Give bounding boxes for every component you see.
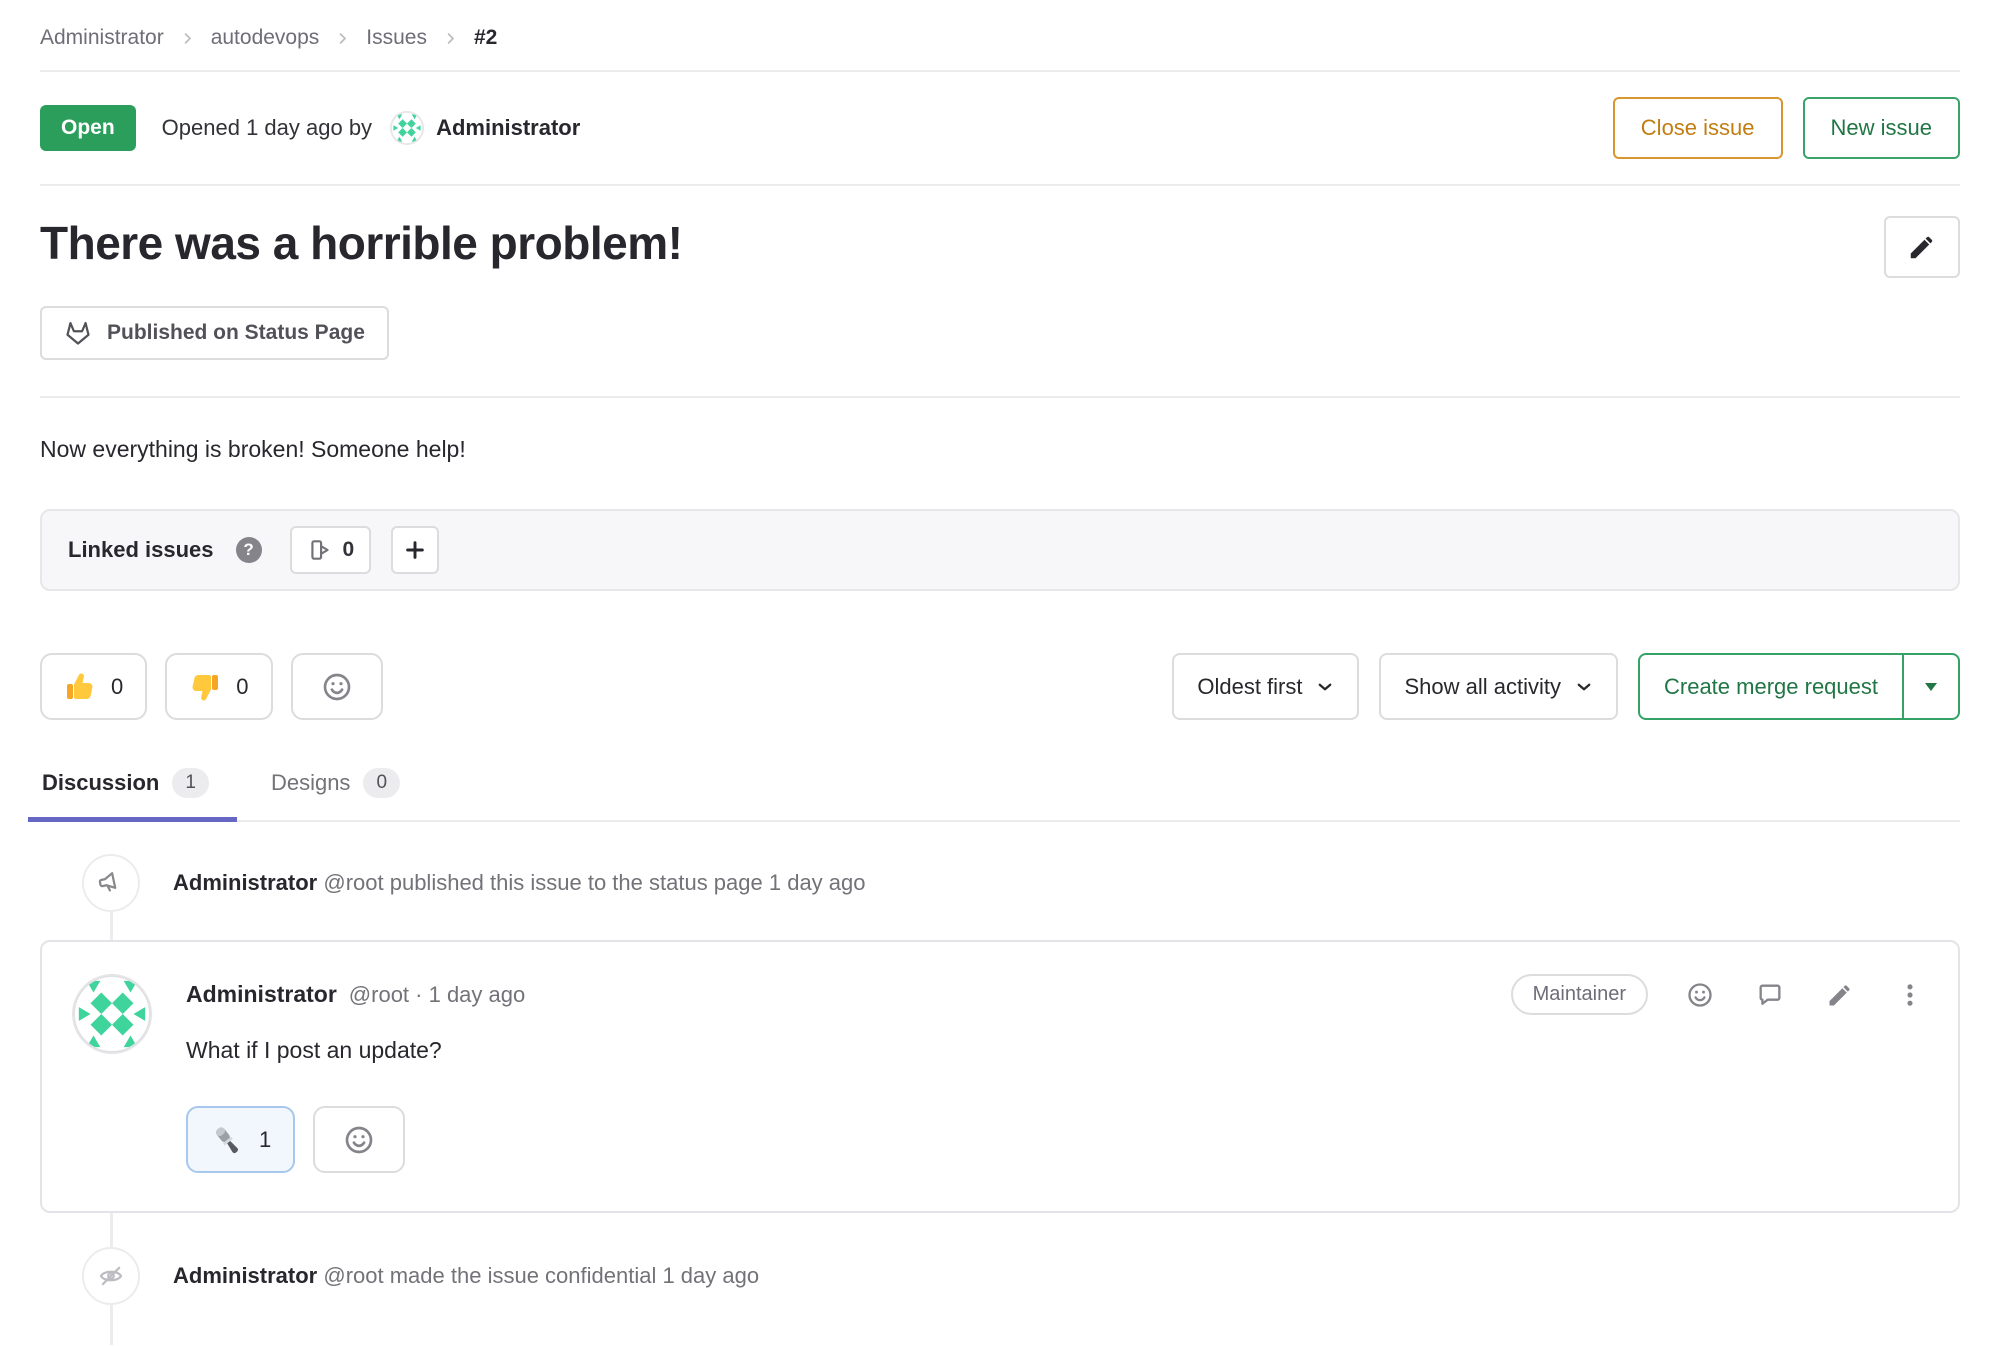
chevron-right-icon xyxy=(180,31,195,46)
close-issue-button[interactable]: Close issue xyxy=(1613,97,1783,159)
sort-dropdown-label: Oldest first xyxy=(1197,674,1302,700)
new-issue-button[interactable]: New issue xyxy=(1803,97,1960,159)
thumbs-up-icon xyxy=(64,671,96,703)
discussion-timeline: Administrator @root published this issue… xyxy=(40,854,1960,1305)
comment-author[interactable]: Administrator xyxy=(186,981,337,1008)
linked-issues-count: 0 xyxy=(343,538,355,562)
issue-status-bar: Open Opened 1 day ago by Administrator xyxy=(40,72,1960,184)
issue-description: Now everything is broken! Someone help! xyxy=(40,436,1960,463)
breadcrumb-project[interactable]: autodevops xyxy=(211,26,320,50)
system-note-body: @root published this issue to the status… xyxy=(323,870,865,895)
system-note-author[interactable]: Administrator xyxy=(173,870,317,895)
comment-header: Administrator @root · 1 day ago Maintain… xyxy=(186,974,1928,1015)
divider xyxy=(40,396,1960,398)
avatar[interactable] xyxy=(390,111,424,145)
chevron-down-icon xyxy=(1575,678,1593,696)
system-note-author[interactable]: Administrator xyxy=(173,1263,317,1288)
breadcrumb-group[interactable]: Administrator xyxy=(40,26,164,50)
thumbs-down-button[interactable]: 0 xyxy=(165,653,272,720)
comment-awards: 1 xyxy=(186,1106,1928,1173)
comment-bubble-icon xyxy=(1756,981,1784,1009)
system-note-text: Administrator @root published this issue… xyxy=(173,870,866,896)
megaphone-icon xyxy=(82,854,140,912)
discussion-controls: Oldest first Show all activity Create me… xyxy=(1172,653,1960,720)
tanuki-icon xyxy=(64,319,92,347)
title-row: There was a horrible problem! xyxy=(40,216,1960,278)
issue-page: Administrator autodevops Issues #2 Open … xyxy=(0,0,2000,1347)
system-note-body: @root made the issue confidential 1 day … xyxy=(323,1263,759,1288)
issue-type-icon xyxy=(307,537,333,563)
chevron-down-icon xyxy=(1316,678,1334,696)
microphone-icon xyxy=(210,1123,244,1157)
chevron-right-icon xyxy=(335,31,350,46)
activity-filter-dropdown[interactable]: Show all activity xyxy=(1379,653,1618,720)
thumbs-up-button[interactable]: 0 xyxy=(40,653,147,720)
create-merge-request-split-button: Create merge request xyxy=(1638,653,1960,720)
create-merge-request-button[interactable]: Create merge request xyxy=(1640,655,1902,718)
award-group: 0 0 xyxy=(40,653,383,720)
breadcrumb-issue-number: #2 xyxy=(474,26,497,50)
breadcrumb: Administrator autodevops Issues #2 xyxy=(40,0,1960,50)
tab-discussion[interactable]: Discussion 1 xyxy=(40,768,211,820)
opened-prefix: Opened 1 day ago by xyxy=(162,115,372,141)
comment-more-actions-button[interactable] xyxy=(1892,977,1928,1013)
smiley-icon xyxy=(1686,981,1714,1009)
kebab-menu-icon xyxy=(1896,981,1924,1009)
help-icon[interactable]: ? xyxy=(236,537,262,563)
eye-slash-icon xyxy=(82,1247,140,1305)
discussion-tabs: Discussion 1 Designs 0 xyxy=(40,768,1960,822)
mic-reaction-count: 1 xyxy=(259,1127,271,1153)
create-merge-request-caret[interactable] xyxy=(1902,655,1958,718)
pencil-icon xyxy=(1907,232,1937,262)
divider xyxy=(40,184,1960,186)
issue-author-name[interactable]: Administrator xyxy=(436,115,580,141)
thumbs-up-count: 0 xyxy=(111,674,123,700)
controls-row: 0 0 Oldest first Show a xyxy=(40,653,1960,720)
system-note-confidential: Administrator @root made the issue confi… xyxy=(40,1247,1960,1305)
sort-dropdown[interactable]: Oldest first xyxy=(1172,653,1359,720)
comment-meta: @root · 1 day ago xyxy=(349,982,525,1008)
system-note-text: Administrator @root made the issue confi… xyxy=(173,1263,759,1289)
linked-issues-count-pill[interactable]: 0 xyxy=(290,526,372,574)
comment-add-reaction-button[interactable] xyxy=(1682,977,1718,1013)
edit-title-button[interactable] xyxy=(1884,216,1960,278)
caret-down-icon xyxy=(1923,681,1939,692)
smiley-icon xyxy=(321,671,353,703)
add-linked-issue-button[interactable] xyxy=(391,526,439,574)
plus-icon xyxy=(404,539,426,561)
tab-designs-label: Designs xyxy=(271,770,350,796)
tab-discussion-label: Discussion xyxy=(42,770,159,796)
comment-card: Administrator @root · 1 day ago Maintain… xyxy=(40,940,1960,1213)
activity-filter-label: Show all activity xyxy=(1404,674,1561,700)
add-reaction-button[interactable] xyxy=(291,653,383,720)
mic-reaction-button[interactable]: 1 xyxy=(186,1106,295,1173)
thumbs-down-count: 0 xyxy=(236,674,248,700)
edit-comment-button[interactable] xyxy=(1822,977,1858,1013)
tab-designs-count: 0 xyxy=(363,768,400,798)
open-status-badge: Open xyxy=(40,105,136,151)
status-page-badge: Published on Status Page xyxy=(40,306,389,360)
opened-meta: Opened 1 day ago by Administrator xyxy=(162,111,581,145)
status-page-badge-label: Published on Status Page xyxy=(107,321,365,345)
tab-designs[interactable]: Designs 0 xyxy=(269,768,402,820)
tab-discussion-count: 1 xyxy=(172,768,209,798)
chevron-right-icon xyxy=(443,31,458,46)
system-note-published: Administrator @root published this issue… xyxy=(40,854,1960,912)
linked-issues-title: Linked issues xyxy=(68,537,214,563)
issue-title: There was a horrible problem! xyxy=(40,216,682,270)
thumbs-down-icon xyxy=(189,671,221,703)
comment-body: What if I post an update? xyxy=(186,1037,1928,1064)
smiley-icon xyxy=(343,1124,375,1156)
reply-in-thread-button[interactable] xyxy=(1752,977,1788,1013)
pencil-icon xyxy=(1826,981,1854,1009)
avatar[interactable] xyxy=(72,974,152,1054)
linked-issues-card: Linked issues ? 0 xyxy=(40,509,1960,591)
breadcrumb-issues[interactable]: Issues xyxy=(366,26,427,50)
comment-add-award-button[interactable] xyxy=(313,1106,405,1173)
role-badge: Maintainer xyxy=(1511,974,1648,1015)
